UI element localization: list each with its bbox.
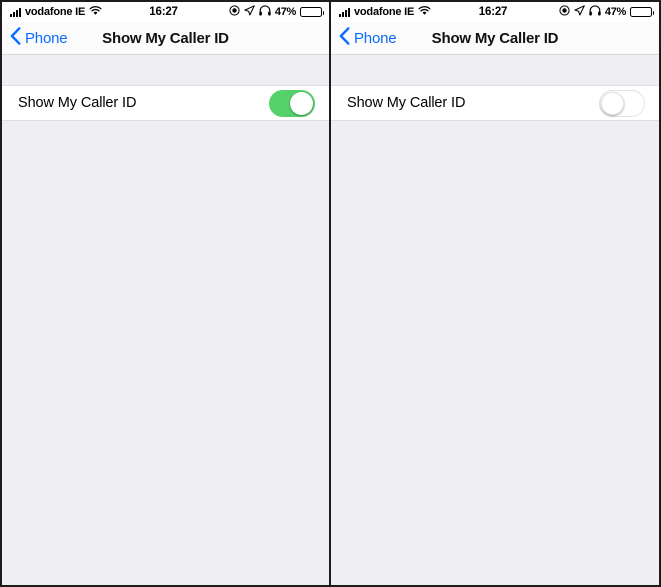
status-bar-left-group: vodafone IE (339, 5, 431, 19)
battery-icon (300, 6, 324, 18)
back-button-label: Phone (354, 29, 397, 47)
headphones-icon (589, 5, 601, 19)
phone-screen-right: vodafone IE 16:27 47% Phone Show My Call… (330, 0, 661, 587)
location-arrow-icon (244, 5, 255, 19)
settings-content-right: Show My Caller ID (331, 55, 659, 585)
back-button[interactable]: Phone (331, 26, 397, 50)
status-bar-left: vodafone IE 16:27 47% (2, 2, 329, 22)
status-bar-clock: 16:27 (478, 6, 508, 18)
toggle-knob (290, 91, 313, 115)
status-bar-left-group: vodafone IE (10, 5, 102, 19)
signal-bars-icon (339, 7, 350, 17)
show-my-caller-id-toggle[interactable] (599, 89, 645, 117)
toggle-knob (601, 91, 624, 115)
do-not-disturb-icon (229, 5, 240, 19)
back-button[interactable]: Phone (2, 26, 68, 50)
do-not-disturb-icon (559, 5, 570, 19)
navigation-bar-right: Phone Show My Caller ID (331, 22, 659, 55)
carrier-label: vodafone IE (354, 6, 415, 18)
chevron-left-icon (10, 26, 21, 50)
navigation-bar-left: Phone Show My Caller ID (2, 22, 329, 55)
location-arrow-icon (574, 5, 585, 19)
carrier-label: vodafone IE (25, 6, 86, 18)
battery-icon (630, 6, 654, 18)
row-label: Show My Caller ID (347, 95, 466, 111)
table-row[interactable]: Show My Caller ID (2, 85, 329, 121)
wifi-icon (89, 5, 102, 19)
back-button-label: Phone (25, 29, 68, 47)
settings-content-left: Show My Caller ID (2, 55, 329, 585)
show-my-caller-id-toggle[interactable] (269, 89, 315, 117)
headphones-icon (259, 5, 271, 19)
status-bar-right: vodafone IE 16:27 47% (331, 2, 659, 22)
signal-bars-icon (10, 7, 21, 17)
chevron-left-icon (339, 26, 350, 50)
status-bar-right-group: 47% (229, 5, 324, 19)
table-row[interactable]: Show My Caller ID (331, 85, 659, 121)
row-label: Show My Caller ID (18, 95, 137, 111)
wifi-icon (418, 5, 431, 19)
battery-percentage-label: 47% (604, 6, 626, 18)
battery-percentage-label: 47% (274, 6, 296, 18)
status-bar-right-group: 47% (559, 5, 654, 19)
dual-screenshot-comparison: vodafone IE 16:27 47% Phone Show My Call… (0, 0, 661, 587)
phone-screen-left: vodafone IE 16:27 47% Phone Show My Call… (0, 0, 330, 587)
status-bar-clock: 16:27 (149, 6, 178, 18)
